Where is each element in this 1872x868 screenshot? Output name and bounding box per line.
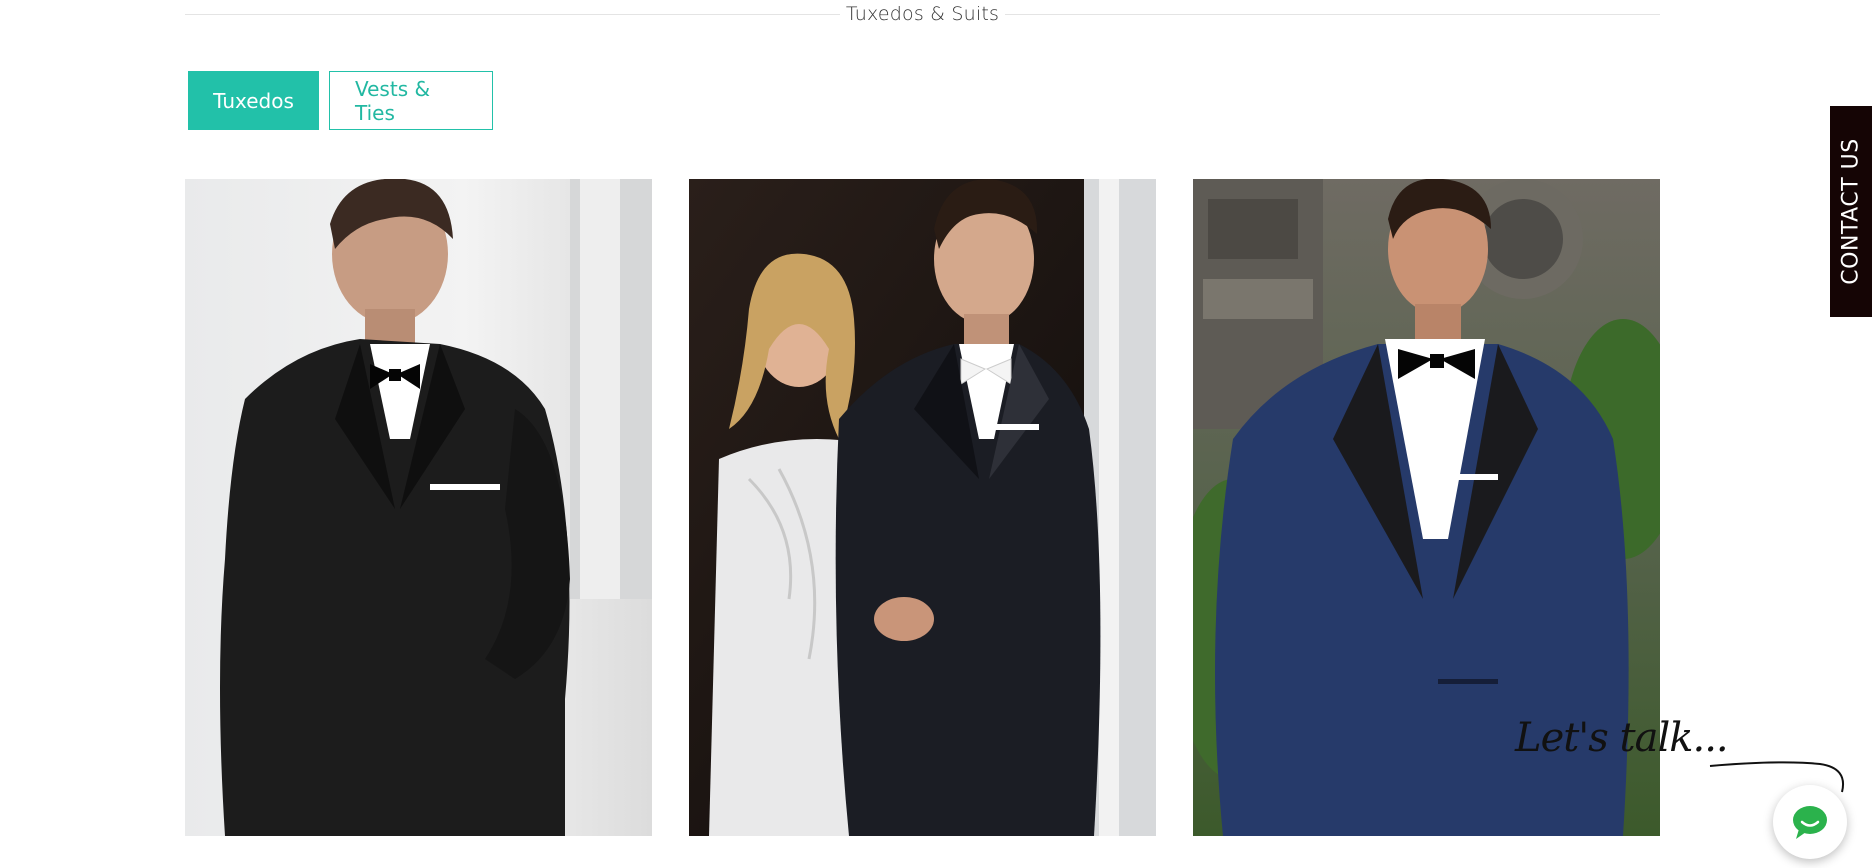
chat-launcher-button[interactable] <box>1773 785 1847 859</box>
category-tabs: Tuxedos Vests & Ties <box>188 71 493 130</box>
lets-talk-label: Let's talk... <box>1515 715 1729 761</box>
tab-tuxedos[interactable]: Tuxedos <box>188 71 319 130</box>
chat-bubble-icon <box>1793 806 1827 839</box>
couple-black-tuxedo-photo <box>689 179 1156 836</box>
product-card-couple-tuxedo[interactable] <box>689 179 1156 836</box>
product-grid <box>185 179 1660 836</box>
heading-rule-right <box>1005 14 1660 15</box>
contact-us-tab[interactable]: CONTACT US <box>1830 106 1872 317</box>
product-card-black-tuxedo[interactable] <box>185 179 652 836</box>
section-heading: Tuxedos & Suits <box>185 0 1660 30</box>
black-tuxedo-photo <box>185 179 652 836</box>
tab-vests-ties[interactable]: Vests & Ties <box>329 71 493 130</box>
contact-us-label: CONTACT US <box>1838 138 1864 285</box>
